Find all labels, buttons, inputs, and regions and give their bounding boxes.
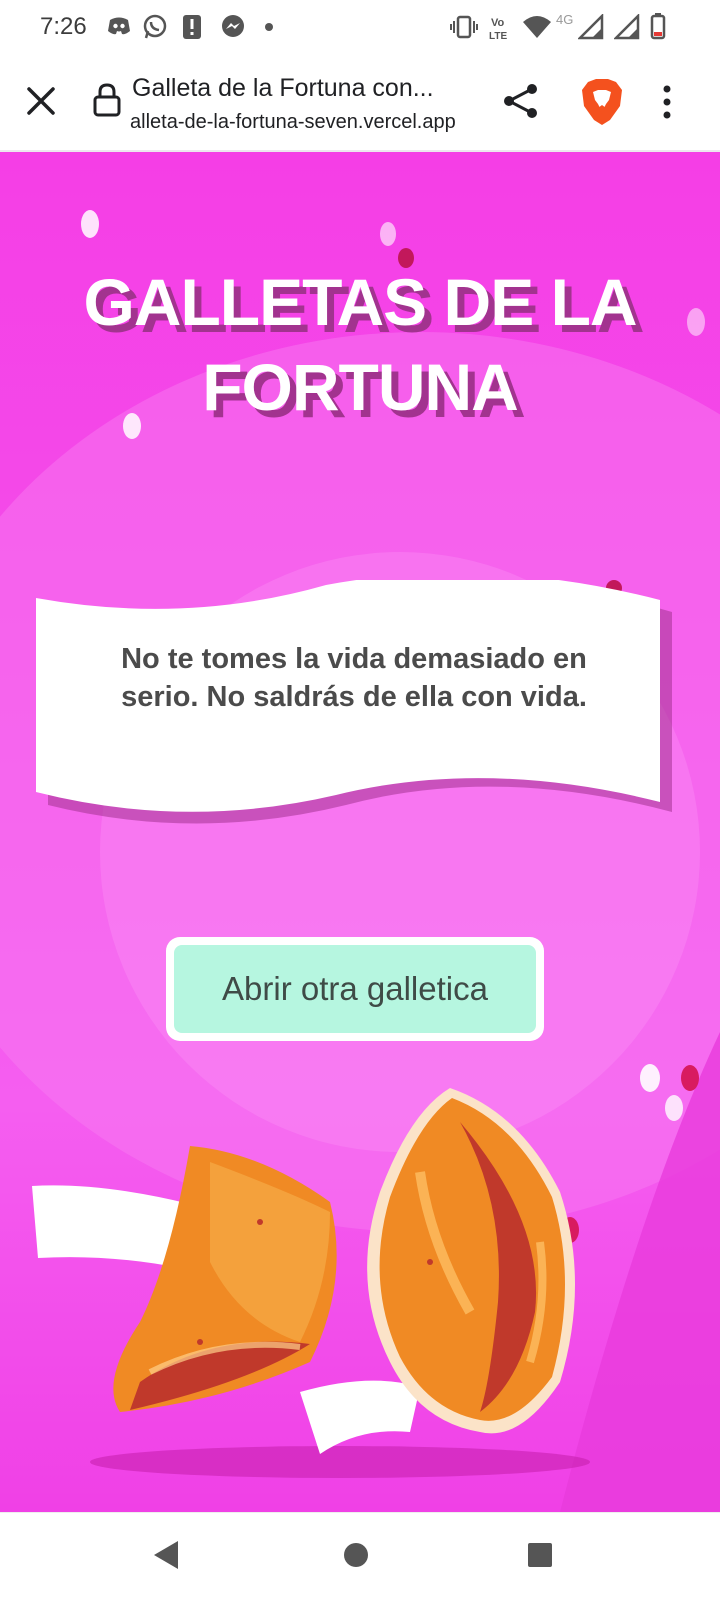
open-another-cookie-button[interactable]: Abrir otra galletica (174, 945, 536, 1033)
recents-icon[interactable] (526, 1541, 554, 1569)
dot-icon (265, 23, 273, 31)
system-nav-bar (0, 1512, 720, 1600)
signal-icon (578, 14, 604, 40)
page-title[interactable]: Galleta de la Fortuna con... (132, 74, 472, 103)
status-bar: 7:26 Vo LTE 4G (0, 0, 720, 54)
whatsapp-icon (143, 14, 167, 39)
share-icon[interactable] (502, 82, 540, 120)
vibrate-icon (450, 15, 478, 39)
discord-icon (108, 17, 130, 35)
browser-toolbar: Galleta de la Fortuna con... alleta-de-l… (0, 54, 720, 152)
battery-icon (650, 13, 666, 40)
home-icon[interactable] (341, 1540, 371, 1570)
url-field[interactable]: alleta-de-la-fortuna-seven.vercel.app (130, 111, 470, 134)
wifi-icon (523, 16, 551, 38)
back-icon[interactable] (150, 1537, 182, 1573)
svg-text:Vo: Vo (491, 17, 505, 29)
volte-icon: Vo LTE (489, 17, 507, 42)
network-type-label: 4G (556, 12, 574, 27)
more-vert-icon[interactable] (660, 84, 674, 120)
page-heading: GALLETAS DE LA FORTUNA (83, 265, 637, 424)
svg-text:LTE: LTE (489, 31, 507, 42)
messenger-icon (222, 15, 244, 37)
alert-icon (183, 15, 201, 39)
lock-icon[interactable] (92, 82, 122, 118)
signal-icon (614, 14, 640, 40)
fortune-cookies-illustration (32, 1088, 590, 1478)
status-time: 7:26 (40, 13, 87, 40)
fortune-page: GALLETAS DE LA FORTUNA No te tomes la vi… (0, 152, 720, 1512)
close-icon[interactable] (24, 84, 58, 118)
brave-lion-icon[interactable] (580, 78, 624, 126)
fortune-text: No te tomes la vida demasiado en serio. … (121, 643, 587, 713)
